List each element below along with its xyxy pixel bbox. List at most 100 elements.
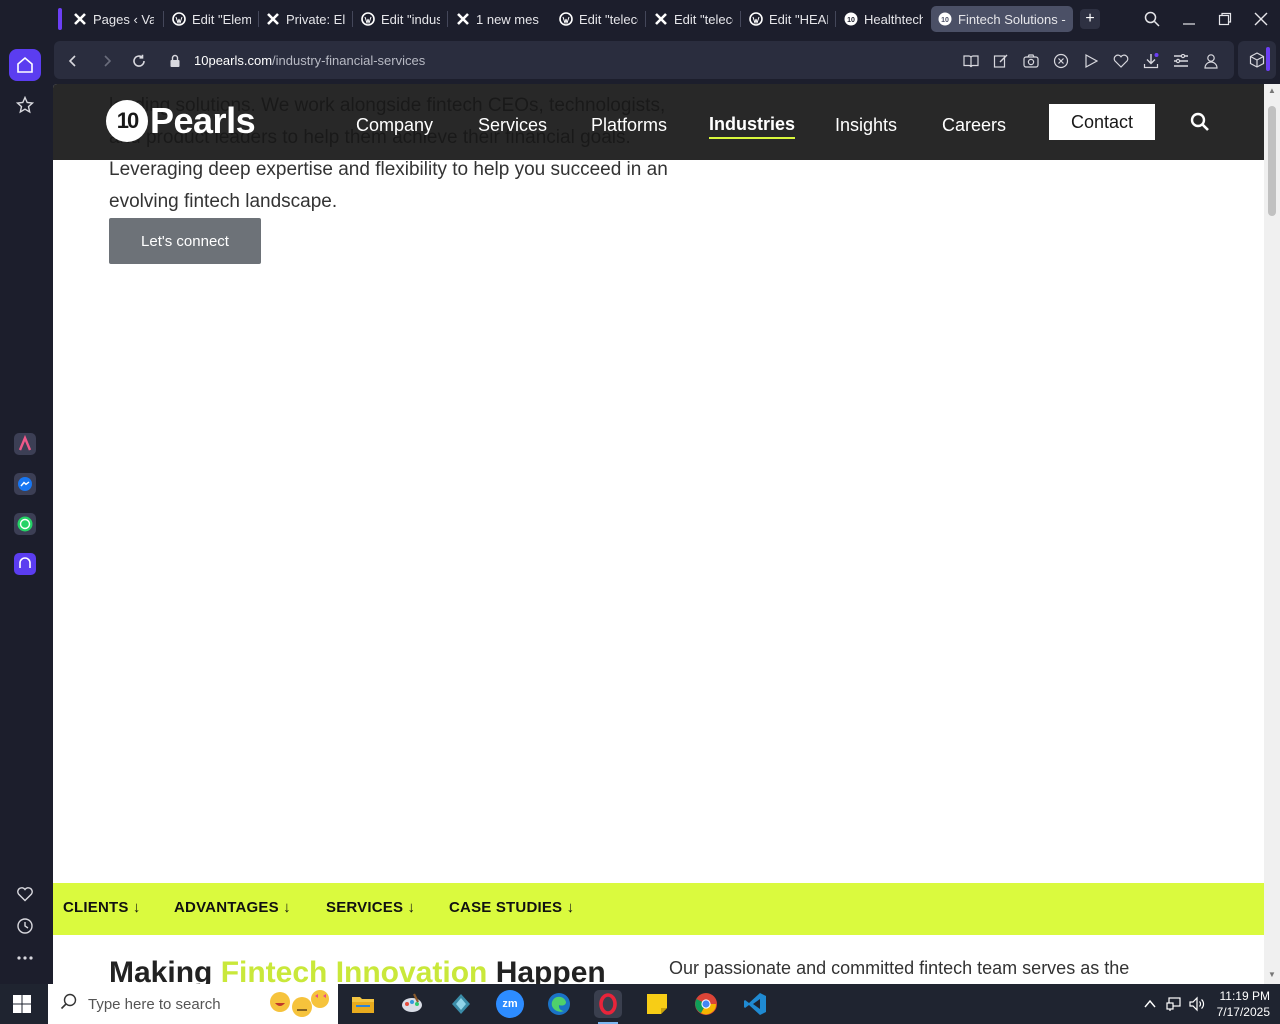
tab-new-message[interactable]: 1 new messa [449, 6, 545, 32]
wordpress-icon [558, 11, 574, 27]
taskbar-clock[interactable]: 11:19 PM 7/17/2025 [1212, 988, 1270, 1020]
logo-mark: 10 [106, 100, 148, 142]
chrome-icon[interactable] [692, 990, 720, 1018]
section-title-highlight: Fintech Innovation [220, 956, 488, 984]
extensions-cube-icon[interactable] [1238, 41, 1276, 79]
sticky-notes-icon[interactable] [643, 990, 671, 1018]
scroll-thumb[interactable] [1268, 106, 1276, 216]
page-scrollbar[interactable]: ▲ ▼ [1264, 84, 1280, 984]
windows-start-icon[interactable] [12, 994, 32, 1014]
back-icon[interactable] [64, 52, 82, 70]
nav-careers[interactable]: Careers [942, 115, 1006, 136]
send-play-icon[interactable] [1082, 52, 1100, 70]
heart-icon[interactable] [9, 878, 41, 910]
paint-icon[interactable] [398, 990, 426, 1018]
address-bar: 10pearls.com/industry-financial-services [54, 41, 1234, 79]
search-icon [60, 993, 78, 1015]
aria-icon[interactable] [9, 428, 41, 460]
address-bar-row: 10pearls.com/industry-financial-services [50, 38, 1280, 82]
reader-mode-icon[interactable] [962, 52, 980, 70]
section-title: Making Fintech Innovation Happen [109, 956, 606, 984]
new-tab-plus-icon[interactable]: + [1080, 9, 1100, 29]
subnav-case-studies[interactable]: CASE STUDIES ↓ [449, 899, 574, 916]
wordpress-icon [360, 11, 376, 27]
section-intro-text: Our passionate and committed fintech tea… [669, 958, 1130, 978]
subnav-clients[interactable]: CLIENTS ↓ [63, 899, 141, 916]
windows-taskbar: Type here to search zm 11:19 PM 7/17/202… [0, 984, 1280, 1024]
tab-search-icon[interactable] [1140, 8, 1164, 30]
zoom-icon[interactable]: zm [496, 990, 524, 1018]
edge-icon[interactable] [545, 990, 573, 1018]
wordpress-icon [171, 11, 187, 27]
app-diamond-icon[interactable] [447, 990, 475, 1018]
scroll-down-arrow-icon[interactable]: ▼ [1267, 970, 1277, 980]
tab-strip: Pages ‹ Varta Edit "Elemen Private: Elem… [0, 0, 1280, 38]
file-explorer-icon[interactable] [349, 990, 377, 1018]
downloads-icon[interactable] [1142, 52, 1160, 70]
opera-sidebar [0, 0, 50, 984]
nav-platforms[interactable]: Platforms [591, 115, 667, 136]
easy-setup-icon[interactable] [1172, 52, 1190, 70]
restore-icon[interactable] [1213, 8, 1237, 30]
history-clock-icon[interactable] [9, 910, 41, 942]
tab-edit-telecom-2[interactable]: Edit "telecon [647, 6, 739, 32]
search-placeholder: Type here to search [88, 995, 221, 1013]
search-highlight-emoji-icon [266, 988, 330, 1020]
home-icon[interactable] [9, 49, 41, 81]
subnav-services[interactable]: SERVICES ↓ [326, 899, 415, 916]
tab-edit-telecom-1[interactable]: Edit "telecon [552, 6, 644, 32]
whatsapp-icon[interactable] [9, 508, 41, 540]
nav-industries[interactable]: Industries [709, 114, 796, 139]
tab-healthtech[interactable]: 10 Healthtech S [837, 6, 929, 32]
taskbar-search[interactable]: Type here to search [48, 984, 338, 1024]
nav-company[interactable]: Company [356, 115, 433, 136]
web-page: leading solutions. We work alongside fin… [53, 84, 1264, 984]
clock-time: 11:19 PM [1219, 989, 1270, 1003]
lock-icon[interactable] [166, 52, 184, 70]
adblock-icon[interactable] [1052, 52, 1070, 70]
10pearls-icon: 10 [937, 11, 953, 27]
elementor-x-icon [455, 11, 471, 27]
clock-date: 7/17/2025 [1216, 1005, 1270, 1019]
wordpress-icon [748, 11, 764, 27]
tab-island-accent [58, 8, 62, 30]
minimize-icon[interactable] [1177, 8, 1201, 30]
tab-edit-elemen[interactable]: Edit "Elemen [165, 6, 257, 32]
site-search-icon[interactable] [1190, 112, 1210, 132]
subnav-advantages[interactable]: ADVANTAGES ↓ [174, 899, 291, 916]
tab-pages-varta[interactable]: Pages ‹ Varta [66, 6, 160, 32]
logo-wordmark: Pearls [150, 100, 256, 141]
contact-button[interactable]: Contact [1049, 104, 1155, 140]
volume-icon[interactable] [1189, 996, 1205, 1012]
url-text[interactable]: 10pearls.com/industry-financial-services [194, 53, 425, 68]
network-icon[interactable] [1166, 996, 1182, 1012]
10pearls-icon: 10 [843, 11, 859, 27]
site-header: 10 Pearls Company Services Platforms Ind… [53, 84, 1264, 160]
opera-icon[interactable] [594, 990, 622, 1024]
reload-icon[interactable] [130, 52, 148, 70]
close-window-icon[interactable] [1249, 8, 1273, 30]
edit-page-icon[interactable] [992, 52, 1010, 70]
svg-text:10: 10 [941, 17, 949, 24]
tab-fintech-solutions[interactable]: 10 Fintech Solutions - 10 [931, 6, 1073, 32]
favorite-heart-icon[interactable] [1112, 52, 1130, 70]
nav-services[interactable]: Services [478, 115, 547, 136]
10pearls-logo[interactable]: 10 Pearls [106, 100, 256, 142]
snapshot-camera-icon[interactable] [1022, 52, 1040, 70]
tray-chevron-up-icon[interactable] [1142, 996, 1158, 1012]
profile-icon[interactable] [1202, 52, 1220, 70]
tab-edit-industr[interactable]: Edit "industr [354, 6, 446, 32]
lets-connect-button[interactable]: Let's connect [109, 218, 261, 264]
tab-edit-health[interactable]: Edit "HEALTI [742, 6, 834, 32]
messenger-icon[interactable] [9, 468, 41, 500]
music-player-icon[interactable] [9, 548, 41, 580]
more-dots-icon[interactable] [9, 942, 41, 974]
elementor-x-icon [265, 11, 281, 27]
vscode-icon[interactable] [741, 990, 769, 1018]
scroll-up-arrow-icon[interactable]: ▲ [1267, 86, 1277, 96]
forward-icon[interactable] [98, 52, 116, 70]
svg-text:10: 10 [847, 17, 855, 24]
nav-insights[interactable]: Insights [835, 115, 897, 136]
star-icon[interactable] [9, 89, 41, 121]
tab-private-elem[interactable]: Private: Elem [259, 6, 351, 32]
